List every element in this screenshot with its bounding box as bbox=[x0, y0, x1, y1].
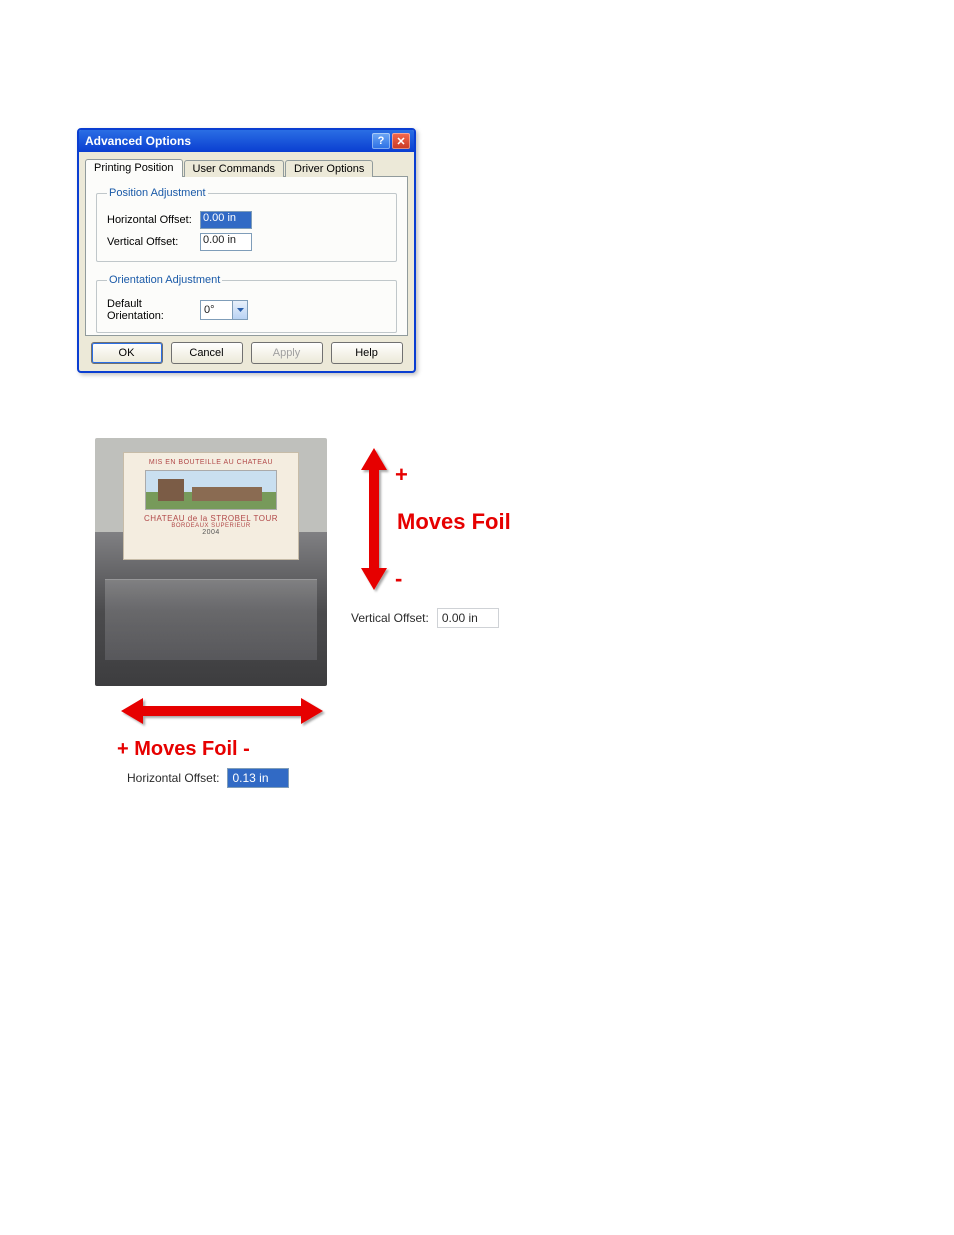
tab-driver-options[interactable]: Driver Options bbox=[285, 160, 373, 177]
printer-photo: MIS EN BOUTEILLE AU CHATEAU CHATEAU de l… bbox=[95, 438, 327, 686]
label-brand-text: CHATEAU de la STROBEL TOUR bbox=[144, 514, 278, 523]
label-artwork bbox=[145, 470, 277, 510]
vertical-plus-sign: + bbox=[395, 462, 408, 488]
chevron-down-icon bbox=[232, 301, 247, 319]
horizontal-double-arrow-icon bbox=[117, 694, 327, 728]
position-adjustment-group: Position Adjustment Horizontal Offset: 0… bbox=[96, 187, 397, 262]
tab-printing-position[interactable]: Printing Position bbox=[85, 159, 183, 177]
default-orientation-label: Default Orientation: bbox=[107, 298, 200, 322]
help-icon: ? bbox=[378, 135, 385, 147]
dialog-title: Advanced Options bbox=[85, 134, 370, 148]
vertical-offset-input[interactable]: 0.00 in bbox=[200, 233, 252, 251]
tab-panel-printing-position: Position Adjustment Horizontal Offset: 0… bbox=[85, 176, 408, 336]
position-adjustment-legend: Position Adjustment bbox=[107, 187, 208, 199]
horizontal-offset-display-value: 0.13 in bbox=[227, 768, 289, 788]
vertical-arrow-group: + - Moves Foil bbox=[357, 444, 527, 594]
dialog-button-bar: OK Cancel Apply Help bbox=[79, 342, 414, 370]
wine-label: MIS EN BOUTEILLE AU CHATEAU CHATEAU de l… bbox=[123, 452, 299, 560]
horizontal-offset-input[interactable]: 0.00 in bbox=[200, 211, 252, 229]
vertical-offset-display: Vertical Offset: 0.00 in bbox=[351, 608, 499, 628]
offset-illustration: MIS EN BOUTEILLE AU CHATEAU CHATEAU de l… bbox=[95, 438, 615, 686]
horizontal-arrow-group bbox=[117, 694, 327, 734]
advanced-options-dialog: Advanced Options ? ✕ Printing Position U… bbox=[77, 128, 416, 373]
dialog-help-button[interactable]: ? bbox=[372, 133, 390, 149]
moves-foil-vertical-label: Moves Foil bbox=[397, 509, 511, 535]
horizontal-offset-label: Horizontal Offset: bbox=[107, 214, 200, 226]
vertical-offset-label: Vertical Offset: bbox=[107, 236, 200, 248]
cancel-button[interactable]: Cancel bbox=[171, 342, 243, 364]
vertical-minus-sign: - bbox=[395, 566, 402, 592]
horizontal-offset-display-label: Horizontal Offset: bbox=[127, 771, 219, 785]
dialog-close-button[interactable]: ✕ bbox=[392, 133, 410, 149]
help-button[interactable]: Help bbox=[331, 342, 403, 364]
vertical-double-arrow-icon bbox=[357, 444, 391, 594]
tab-user-commands[interactable]: User Commands bbox=[184, 160, 285, 177]
vertical-offset-display-label: Vertical Offset: bbox=[351, 611, 429, 625]
orientation-adjustment-legend: Orientation Adjustment bbox=[107, 274, 222, 286]
label-year-text: 2004 bbox=[202, 529, 220, 536]
ok-button[interactable]: OK bbox=[91, 342, 163, 364]
printer-tray bbox=[105, 579, 317, 660]
orientation-adjustment-group: Orientation Adjustment Default Orientati… bbox=[96, 274, 397, 333]
titlebar: Advanced Options ? ✕ bbox=[79, 130, 414, 152]
horizontal-offset-display: Horizontal Offset: 0.13 in bbox=[127, 768, 289, 788]
vertical-offset-display-value: 0.00 in bbox=[437, 608, 499, 628]
apply-button[interactable]: Apply bbox=[251, 342, 323, 364]
close-icon: ✕ bbox=[396, 135, 405, 148]
tabstrip: Printing Position User Commands Driver O… bbox=[79, 152, 414, 176]
moves-foil-horizontal-label: + Moves Foil - bbox=[117, 738, 250, 761]
default-orientation-select[interactable]: 0° bbox=[200, 300, 248, 320]
label-top-text: MIS EN BOUTEILLE AU CHATEAU bbox=[149, 459, 273, 466]
default-orientation-value: 0° bbox=[201, 304, 232, 316]
